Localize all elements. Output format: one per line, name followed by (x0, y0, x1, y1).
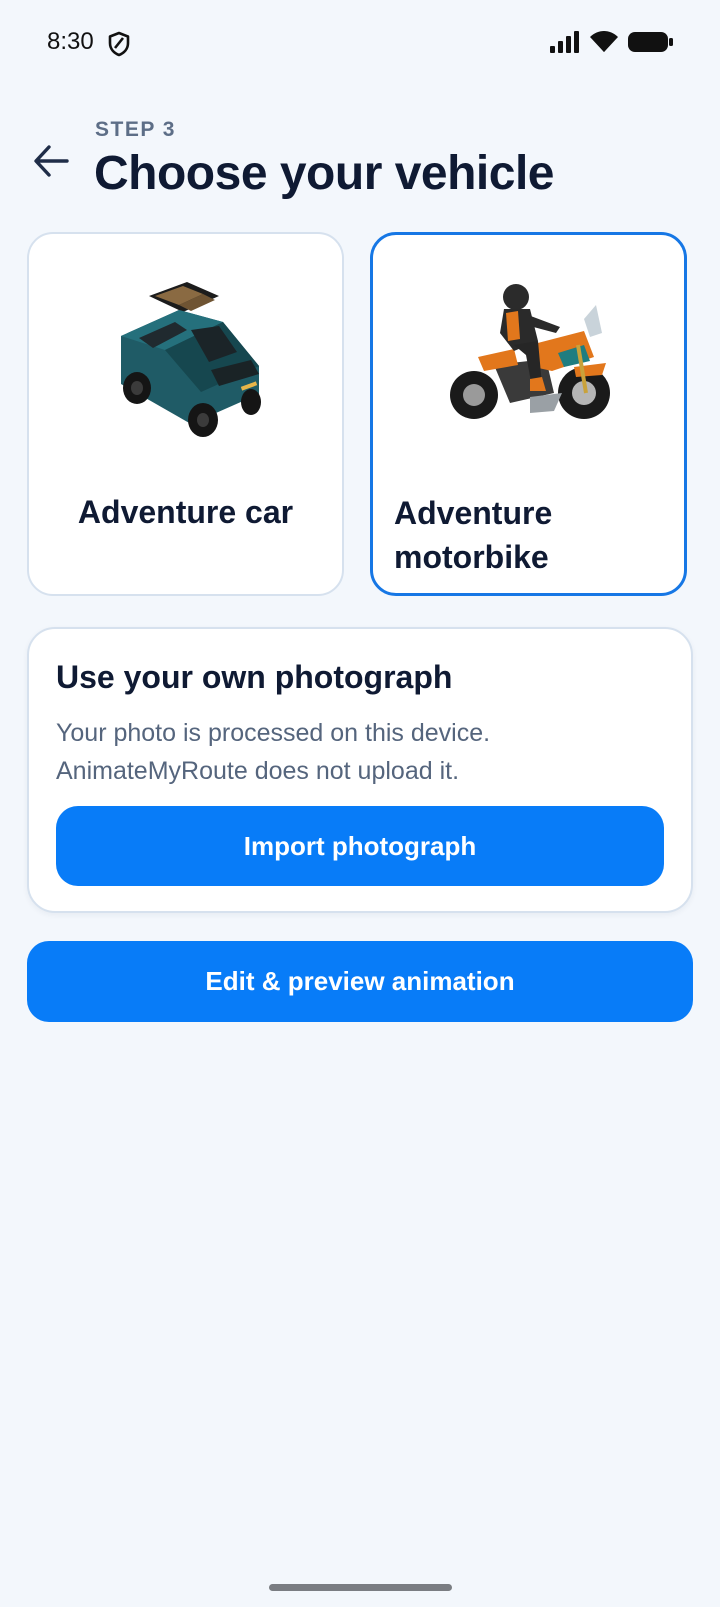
wifi-icon (590, 31, 618, 52)
import-photograph-button[interactable]: Import photograph (56, 806, 664, 886)
edit-preview-animation-button[interactable]: Edit & preview animation (27, 941, 693, 1022)
own-photo-title: Use your own photograph (56, 659, 453, 695)
home-indicator[interactable] (269, 1584, 452, 1591)
shield-icon (108, 31, 130, 57)
header: STEP 3 Choose your vehicle (0, 110, 720, 210)
own-photo-card: Use your own photograph Your photo is pr… (27, 627, 693, 913)
arrow-left-icon (34, 145, 69, 177)
suv-car-image (120, 282, 261, 437)
status-bar: 8:30 (0, 0, 720, 90)
signal-icon (550, 31, 579, 53)
adventure-motorbike-image (449, 284, 610, 419)
vehicle-options: Adventure car Adventure motorbike (27, 232, 693, 600)
status-time: 8:30 (47, 28, 94, 55)
vehicle-label-car: Adventure car (77, 494, 294, 530)
step-label: STEP 3 (95, 118, 176, 141)
vehicle-card-car[interactable]: Adventure car (27, 232, 344, 596)
battery-icon (628, 32, 673, 52)
own-photo-description: Your photo is processed on this device. … (56, 719, 491, 785)
status-icons (549, 30, 675, 54)
vehicle-label-motorbike: Adventure motorbike (394, 495, 553, 575)
page-title: Choose your vehicle (94, 147, 554, 200)
vehicle-card-motorbike[interactable]: Adventure motorbike (370, 232, 687, 596)
back-button[interactable] (30, 140, 72, 182)
